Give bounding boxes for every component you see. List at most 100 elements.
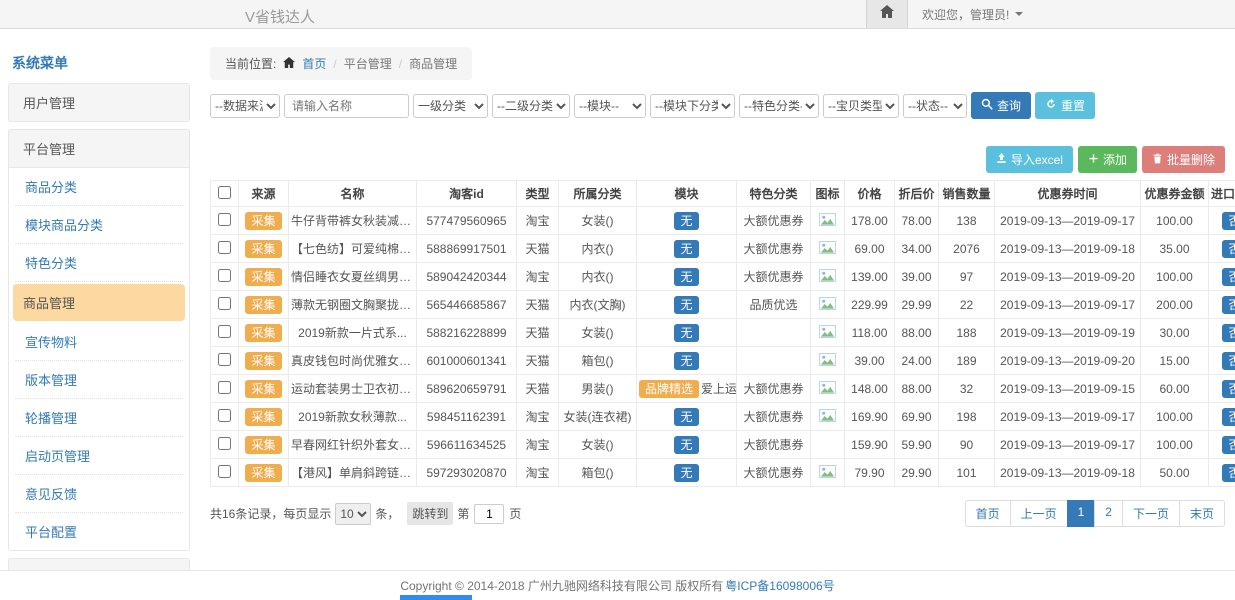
imported-toggle[interactable]: 否	[1222, 268, 1235, 286]
reset-button[interactable]: 重置	[1035, 92, 1095, 119]
row-checkbox[interactable]	[218, 213, 231, 226]
module-badge[interactable]: 无	[674, 324, 698, 342]
home-icon	[880, 5, 894, 23]
filter-select-3[interactable]: --模块--	[574, 94, 646, 118]
cell-category: 女装()	[559, 319, 637, 347]
sidebar-group-0[interactable]: 用户管理	[9, 84, 189, 121]
sidebar-item-1-1[interactable]: 模块商品分类	[15, 206, 183, 244]
product-image-icon	[819, 353, 836, 369]
user-menu[interactable]: 欢迎您，管理员!	[908, 6, 1037, 23]
cell-imported: 否	[1209, 235, 1235, 263]
row-checkbox[interactable]	[218, 465, 231, 478]
batch-delete-button[interactable]: 批量删除	[1142, 146, 1225, 173]
copyright-text: Copyright © 2014-2018 广州九驰网络科技有限公司 版权所有	[400, 577, 723, 594]
pager-last[interactable]: 末页	[1179, 500, 1225, 527]
cell-discount-price: 34.00	[895, 235, 939, 263]
product-image-icon	[819, 465, 836, 481]
module-badge[interactable]: 无	[674, 464, 698, 482]
sidebar-item-1-9[interactable]: 平台配置	[15, 513, 183, 550]
add-button[interactable]: 添加	[1078, 146, 1137, 173]
pager-page-2[interactable]: 2	[1094, 500, 1123, 527]
pager-first[interactable]: 首页	[965, 500, 1011, 527]
sidebar-group-1[interactable]: 平台管理	[9, 130, 189, 168]
name-search-input[interactable]	[284, 94, 409, 118]
cell-name: 【七色纺】可爱纯棉家...	[289, 235, 417, 263]
imported-toggle[interactable]: 否	[1222, 324, 1235, 342]
cell-icon	[811, 459, 845, 487]
icp-link[interactable]: 粤ICP备16098006号	[725, 577, 834, 594]
row-checkbox[interactable]	[218, 325, 231, 338]
cell-type: 天猫	[517, 319, 559, 347]
module-badge[interactable]: 无	[674, 352, 698, 370]
cell-checkbox	[211, 459, 239, 487]
cell-category: 箱包()	[559, 347, 637, 375]
cell-feature: 大额优惠券	[737, 459, 811, 487]
home-button[interactable]	[866, 0, 908, 28]
cell-taoke-id: 596611634525	[417, 431, 517, 459]
cell-type: 淘宝	[517, 207, 559, 235]
imported-toggle[interactable]: 否	[1222, 408, 1235, 426]
sidebar-item-1-2[interactable]: 特色分类	[15, 244, 183, 282]
cell-coupon-amount: 100.00	[1141, 431, 1209, 459]
imported-toggle[interactable]: 否	[1222, 212, 1235, 230]
cell-source: 采集	[239, 459, 289, 487]
module-badge[interactable]: 无	[674, 212, 698, 230]
per-page-select[interactable]: 10	[335, 503, 371, 525]
cell-source: 采集	[239, 347, 289, 375]
pager-next[interactable]: 下一页	[1122, 500, 1180, 527]
cell-imported: 否	[1209, 403, 1235, 431]
sidebar-item-1-4[interactable]: 宣传物料	[15, 323, 183, 361]
import-excel-button[interactable]: 导入excel	[986, 146, 1073, 173]
module-text: 爱上运动	[701, 382, 736, 396]
module-badge[interactable]: 无	[674, 436, 698, 454]
filter-select-4[interactable]: --模块下分类--	[650, 94, 735, 118]
cell-imported: 否	[1209, 375, 1235, 403]
select-all-checkbox[interactable]	[218, 186, 231, 199]
footer: Copyright © 2014-2018 广州九驰网络科技有限公司 版权所有 …	[0, 570, 1235, 600]
module-badge[interactable]: 无	[674, 408, 698, 426]
cell-name: 情侣睡衣女夏丝绸男士...	[289, 263, 417, 291]
cell-source: 采集	[239, 403, 289, 431]
imported-toggle[interactable]: 否	[1222, 240, 1235, 258]
module-badge[interactable]: 品牌精选	[639, 380, 699, 398]
cell-name: 2019新款女秋薄款...	[289, 403, 417, 431]
sidebar-group-2[interactable]: 拼团管理	[9, 559, 189, 570]
module-badge[interactable]: 无	[674, 268, 698, 286]
home-icon	[283, 57, 295, 71]
imported-toggle[interactable]: 否	[1222, 464, 1235, 482]
row-checkbox[interactable]	[218, 381, 231, 394]
pager-prev[interactable]: 上一页	[1010, 500, 1068, 527]
filter-select-1[interactable]: 一级分类	[413, 94, 488, 118]
filter-select-7[interactable]: --状态--	[903, 94, 967, 118]
imported-toggle[interactable]: 否	[1222, 296, 1235, 314]
sidebar-group: 平台管理商品分类模块商品分类特色分类商品管理宣传物料版本管理轮播管理启动页管理意…	[8, 129, 190, 551]
row-checkbox[interactable]	[218, 409, 231, 422]
product-image-icon	[819, 241, 836, 257]
row-checkbox[interactable]	[218, 437, 231, 450]
filter-select-5[interactable]: --特色分类--	[739, 94, 819, 118]
imported-toggle[interactable]: 否	[1222, 352, 1235, 370]
sidebar-item-1-6[interactable]: 轮播管理	[15, 399, 183, 437]
sidebar-item-1-5[interactable]: 版本管理	[15, 361, 183, 399]
filter-select-0[interactable]: --数据来源--	[210, 94, 280, 118]
row-checkbox[interactable]	[218, 297, 231, 310]
jump-page-input[interactable]	[474, 504, 504, 524]
sidebar-item-1-0[interactable]: 商品分类	[15, 168, 183, 206]
pager-page-1[interactable]: 1	[1067, 500, 1096, 527]
cell-name: 【港风】单肩斜跨链条...	[289, 459, 417, 487]
module-badge[interactable]: 无	[674, 240, 698, 258]
sidebar-item-1-7[interactable]: 启动页管理	[15, 437, 183, 475]
cell-price: 229.99	[845, 291, 895, 319]
search-button[interactable]: 查询	[971, 92, 1031, 119]
imported-toggle[interactable]: 否	[1222, 436, 1235, 454]
sidebar-item-1-8[interactable]: 意见反馈	[15, 475, 183, 513]
breadcrumb-home-link[interactable]: 首页	[302, 55, 326, 72]
module-badge[interactable]: 无	[674, 296, 698, 314]
filter-select-6[interactable]: --宝贝类型--	[823, 94, 899, 118]
filter-select-2[interactable]: --二级分类--	[492, 94, 570, 118]
row-checkbox[interactable]	[218, 241, 231, 254]
row-checkbox[interactable]	[218, 353, 231, 366]
sidebar-item-active[interactable]: 商品管理	[13, 284, 185, 321]
row-checkbox[interactable]	[218, 269, 231, 282]
imported-toggle[interactable]: 否	[1222, 380, 1235, 398]
